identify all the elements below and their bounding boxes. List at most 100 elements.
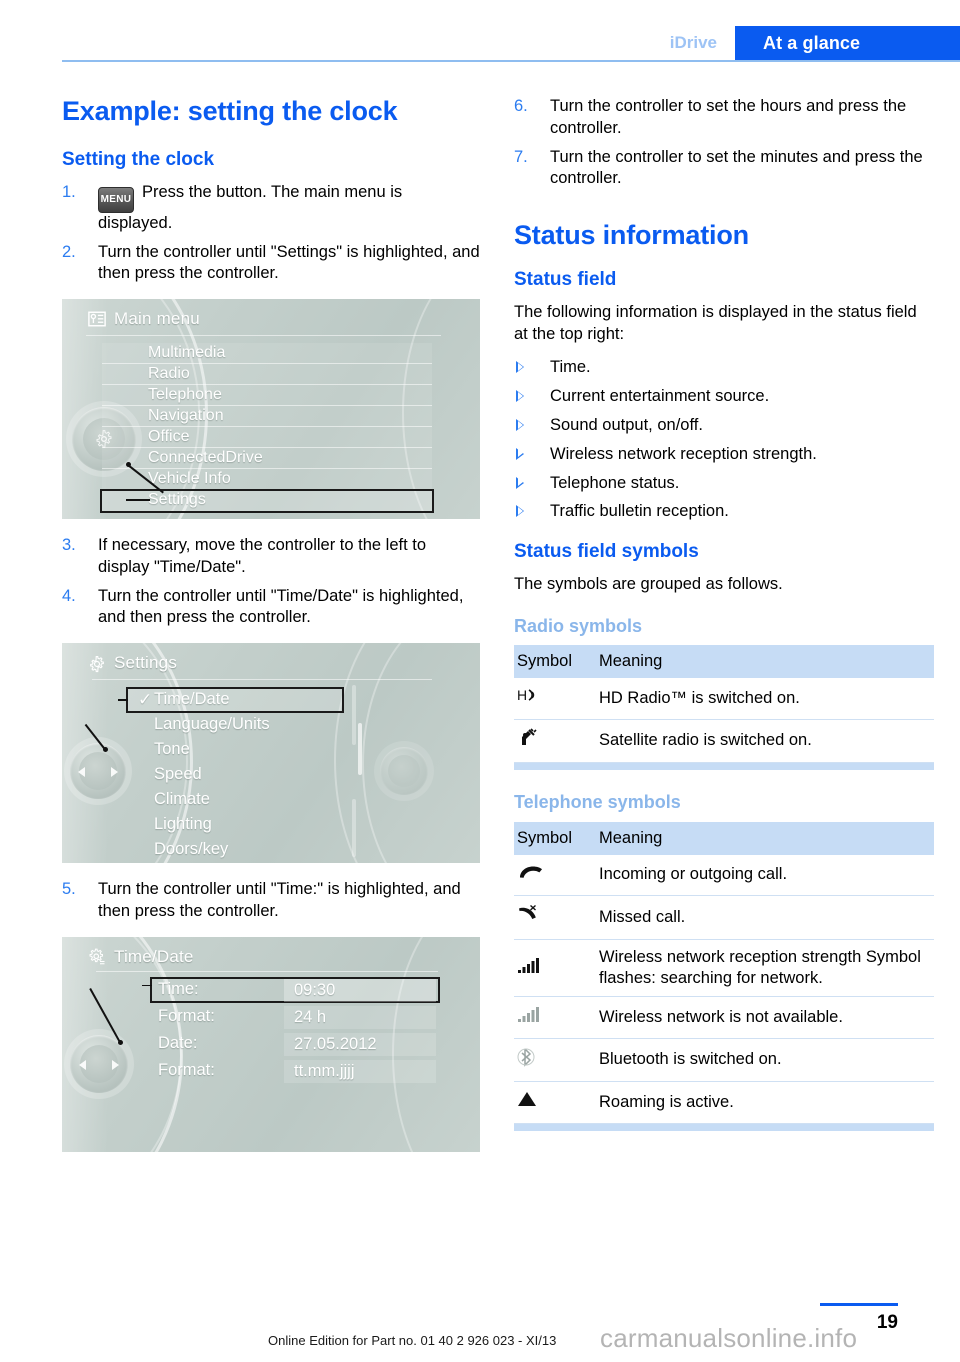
step-4-number: 4. bbox=[62, 586, 76, 605]
main-menu-item-3[interactable]: Navigation bbox=[148, 406, 224, 426]
arrow-right-icon bbox=[111, 767, 118, 778]
screenshot-settings: Settings ✓ Time/Date Language/Units Tone… bbox=[62, 643, 480, 864]
callout-line-b bbox=[142, 984, 152, 987]
column-header-meaning: Meaning bbox=[599, 821, 934, 855]
status-bullet-3-text: Wireless network reception strength. bbox=[550, 444, 817, 463]
step-6: 6. Turn the controller to set the hours … bbox=[514, 96, 934, 140]
settings-item-6[interactable]: Doors/key bbox=[154, 840, 228, 859]
time-date-value-1[interactable]: 24 h bbox=[284, 1005, 436, 1029]
handset-icon bbox=[517, 862, 561, 888]
table-row: Missed call. bbox=[514, 895, 934, 940]
screenshot-main-menu: Main menu Multimedia Radio Telephone Nav… bbox=[62, 299, 480, 520]
heading-radio-symbols: Radio symbols bbox=[514, 615, 643, 636]
screen-title-settings: Settings bbox=[114, 653, 178, 673]
table-header-row: Symbol Meaning bbox=[514, 821, 934, 855]
page-title: Example: setting the clock bbox=[62, 96, 398, 126]
cell-meaning: Wireless network is not available. bbox=[599, 996, 934, 1039]
scroll-indicator-top bbox=[352, 685, 356, 746]
signal-bars-icon bbox=[517, 955, 561, 981]
step-7-text: Turn the controller to set the minutes a… bbox=[550, 147, 923, 188]
step-1-text: Press the button. The main menu is displ… bbox=[98, 182, 403, 232]
main-menu-item-2[interactable]: Telephone bbox=[148, 385, 222, 405]
main-menu-icon bbox=[88, 311, 106, 327]
cell-meaning: Satellite radio is switched on. bbox=[599, 719, 934, 764]
step-6-number: 6. bbox=[514, 97, 528, 115]
step-1: 1. MENU Press the button. The main menu i… bbox=[62, 182, 480, 235]
screen-title-time-date: Time/Date bbox=[114, 946, 194, 966]
time-date-value-3[interactable]: tt.mm.jjjj bbox=[284, 1059, 436, 1083]
screen-title-divider bbox=[86, 335, 441, 337]
main-menu-item-4[interactable]: Office bbox=[148, 427, 190, 447]
svg-text:H: H bbox=[517, 687, 527, 703]
table-header-row: Symbol Meaning bbox=[514, 645, 934, 679]
scroll-indicator-thumb[interactable] bbox=[358, 723, 362, 776]
step-7-number: 7. bbox=[514, 147, 528, 166]
right-column: 6. Turn the controller to set the hours … bbox=[514, 96, 934, 1133]
settings-item-1[interactable]: Language/Units bbox=[154, 715, 270, 734]
settings-item-3[interactable]: Speed bbox=[154, 765, 202, 784]
controller-knob-arrows bbox=[70, 743, 126, 800]
table-row: Incoming or outgoing call. bbox=[514, 854, 934, 897]
main-menu-item-5[interactable]: ConnectedDrive bbox=[148, 448, 263, 468]
cell-meaning: HD Radio™ is switched on. bbox=[599, 678, 934, 720]
cell-meaning: Bluetooth is switched on. bbox=[599, 1038, 934, 1083]
time-date-value-2[interactable]: 27.05.2012 bbox=[284, 1032, 436, 1056]
step-2-text: Turn the controller until "Settings" is … bbox=[98, 242, 480, 283]
breadcrumb-active-label: At a glance bbox=[763, 32, 861, 53]
callout-line-b bbox=[126, 499, 150, 501]
footer-edition-note: Online Edition for Part no. 01 40 2 926 … bbox=[268, 1333, 557, 1348]
table-row: Satellite radio is switched on. bbox=[514, 719, 934, 764]
callout-line-b bbox=[118, 699, 128, 701]
settings-item-0[interactable]: Time/Date bbox=[154, 690, 230, 709]
step-4: 4. Turn the controller until "Time/Date"… bbox=[62, 586, 480, 630]
status-bullet-0-text: Time. bbox=[550, 358, 591, 377]
arrow-right-icon bbox=[112, 1059, 119, 1070]
time-date-label-2: Date: bbox=[158, 1033, 198, 1052]
breadcrumb-active-tab: At a glance bbox=[735, 26, 960, 60]
watermark: carmanualsonline.info bbox=[600, 1323, 858, 1353]
satellite-radio-icon bbox=[517, 727, 561, 755]
step-7: 7. Turn the controller to set the minute… bbox=[514, 147, 934, 191]
settings-item-4[interactable]: Climate bbox=[154, 790, 210, 809]
status-bullet-1-text: Current entertainment source. bbox=[550, 387, 770, 406]
step-5-text: Turn the controller until "Time:" is hig… bbox=[98, 880, 461, 920]
subsection-status-field-symbols: Status field symbols bbox=[514, 541, 699, 563]
roaming-icon bbox=[517, 1089, 561, 1115]
status-bullet-4: Telephone status. bbox=[514, 473, 934, 495]
bluetooth-icon bbox=[517, 1046, 561, 1074]
page-number: 19 bbox=[876, 1312, 898, 1333]
status-bullet-0: Time. bbox=[514, 357, 934, 379]
status-bullet-1: Current entertainment source. bbox=[514, 386, 934, 408]
screen-title-divider bbox=[92, 679, 432, 681]
table-row: Wireless network is not available. bbox=[514, 996, 934, 1039]
missed-call-icon bbox=[517, 903, 561, 931]
column-header-meaning: Meaning bbox=[599, 645, 934, 679]
step-3-number: 3. bbox=[62, 536, 76, 555]
status-bullet-5-text: Traffic bulletin reception. bbox=[550, 502, 729, 521]
table-row: Bluetooth is switched on. bbox=[514, 1038, 934, 1083]
step-3-text: If necessary, move the controller to the… bbox=[98, 536, 427, 576]
table-row: Roaming is active. bbox=[514, 1081, 934, 1124]
main-menu-item-1[interactable]: Radio bbox=[148, 364, 190, 384]
status-bullet-3: Wireless network reception strength. bbox=[514, 444, 934, 466]
step-2: 2. Turn the controller until "Settings" … bbox=[62, 242, 480, 286]
table-row: H HD Radio™ is switched on. bbox=[514, 678, 934, 720]
settings-gear-icon bbox=[90, 656, 104, 673]
cell-meaning: Wireless network reception strength Symb… bbox=[599, 939, 934, 998]
time-date-gear-icon bbox=[89, 948, 105, 965]
hd-radio-icon: H bbox=[517, 685, 561, 711]
table-footer-bar bbox=[514, 762, 934, 771]
settings-item-5[interactable]: Lighting bbox=[154, 815, 212, 834]
step-4-text: Turn the controller until "Time/Date" is… bbox=[98, 586, 464, 627]
table-telephone-symbols: Symbol Meaning Incoming or outgoing call… bbox=[514, 821, 934, 1131]
time-date-value-0[interactable]: 09:30 bbox=[284, 978, 436, 1002]
signal-bars-unavailable-icon bbox=[517, 1004, 561, 1030]
scroll-indicator-bottom bbox=[352, 799, 356, 858]
main-menu-item-6[interactable]: Vehicle Info bbox=[148, 469, 231, 489]
step-2-number: 2. bbox=[62, 242, 76, 261]
settings-item-2[interactable]: Tone bbox=[154, 740, 190, 759]
section-title-status-information: Status information bbox=[514, 220, 749, 251]
time-date-label-0: Time: bbox=[158, 979, 199, 998]
main-menu-item-0[interactable]: Multimedia bbox=[148, 343, 225, 363]
table-row: Wireless network reception strength Symb… bbox=[514, 939, 934, 998]
